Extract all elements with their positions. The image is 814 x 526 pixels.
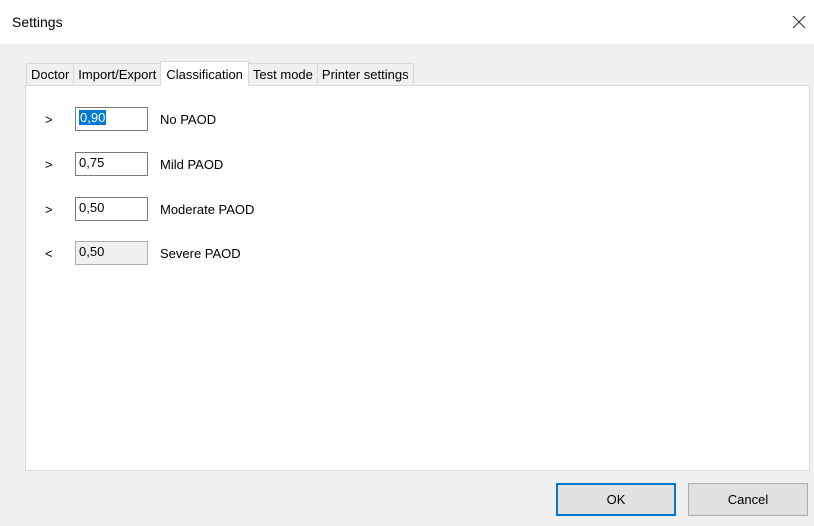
classification-label: Moderate PAOD (160, 202, 255, 217)
classification-label: Mild PAOD (160, 157, 224, 172)
title-bar: Settings (0, 0, 814, 44)
classification-row-moderate-paod: > 0,50 Moderate PAOD (26, 197, 426, 221)
classification-row-severe-paod: < 0,50 Severe PAOD (26, 241, 426, 265)
ok-button[interactable]: OK (556, 483, 676, 516)
window-title: Settings (12, 14, 63, 30)
operator-label: > (45, 112, 53, 127)
cancel-button[interactable]: Cancel (688, 483, 808, 516)
mild-paod-threshold-input[interactable]: 0,75 (75, 152, 148, 176)
moderate-paod-threshold-input[interactable]: 0,50 (75, 197, 148, 221)
close-icon (792, 15, 806, 29)
selected-value-text: 0,90 (79, 110, 107, 125)
tab-doctor[interactable]: Doctor (26, 63, 75, 85)
tab-test-mode[interactable]: Test mode (247, 63, 318, 85)
tab-printer-settings[interactable]: Printer settings (316, 63, 414, 85)
classification-row-no-paod: > 0,90 No PAOD (26, 107, 426, 131)
operator-label: > (45, 202, 53, 217)
classification-panel: > 0,90 No PAOD > 0,75 Mild PAOD > 0,50 M… (25, 85, 810, 471)
operator-label: < (45, 246, 53, 261)
operator-label: > (45, 157, 53, 172)
severe-paod-threshold-field: 0,50 (75, 241, 148, 265)
no-paod-threshold-input[interactable]: 0,90 (75, 107, 148, 131)
settings-dialog: Settings Doctor Import/Export Classifica… (0, 0, 814, 526)
classification-row-mild-paod: > 0,75 Mild PAOD (26, 152, 426, 176)
close-button[interactable] (784, 8, 814, 36)
tab-import-export[interactable]: Import/Export (73, 63, 162, 85)
tab-strip: Doctor Import/Export Classification Test… (26, 61, 414, 86)
classification-label: Severe PAOD (160, 246, 241, 261)
tab-classification[interactable]: Classification (160, 61, 249, 86)
classification-label: No PAOD (160, 112, 217, 127)
